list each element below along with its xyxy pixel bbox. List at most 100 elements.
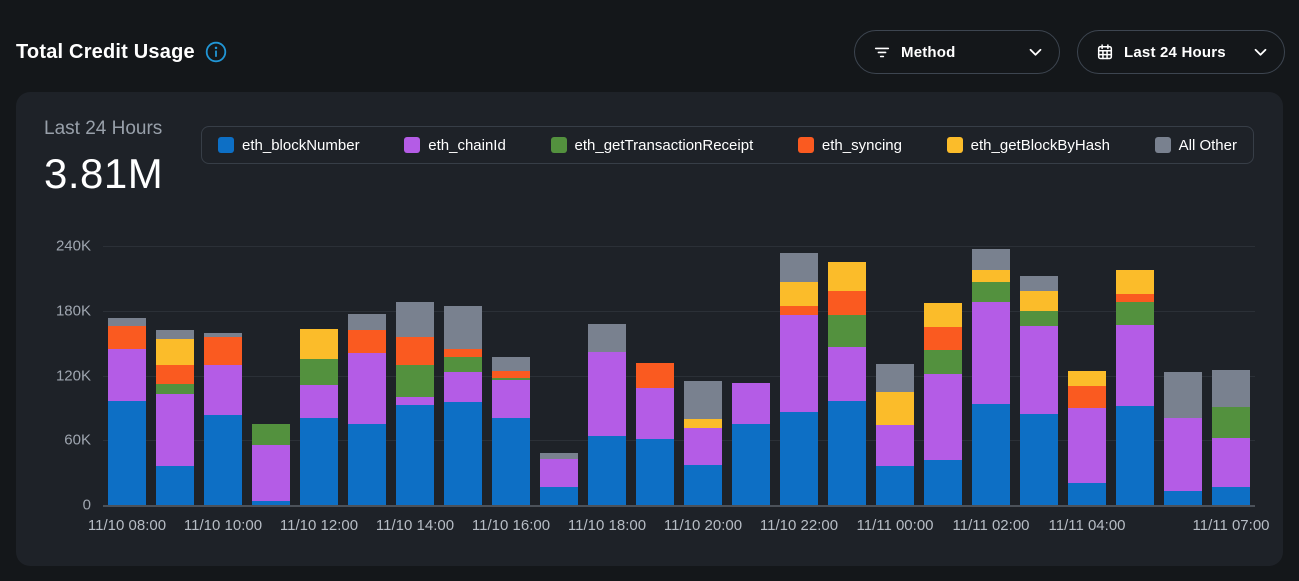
- bar-segment-eth-chainid[interactable]: [1068, 408, 1106, 484]
- stacked-bar[interactable]: [1212, 246, 1250, 505]
- bar-segment-eth-syncing[interactable]: [636, 363, 674, 389]
- bar-segment-eth-gettransactionreceipt[interactable]: [156, 384, 194, 394]
- bar-segment-eth-blocknumber[interactable]: [444, 402, 482, 505]
- bar-segment-eth-blocknumber[interactable]: [156, 466, 194, 505]
- bar-segment-eth-gettransactionreceipt[interactable]: [252, 424, 290, 445]
- stacked-bar[interactable]: [588, 246, 626, 505]
- bar-segment-eth-blocknumber[interactable]: [1068, 483, 1106, 505]
- bar-segment-eth-syncing[interactable]: [156, 365, 194, 384]
- bar-segment-eth-chainid[interactable]: [732, 383, 770, 424]
- stacked-bar[interactable]: [636, 246, 674, 505]
- stacked-bar[interactable]: [300, 246, 338, 505]
- stacked-bar[interactable]: [1116, 246, 1154, 505]
- bar-segment-eth-blocknumber[interactable]: [204, 415, 242, 505]
- bar-segment-eth-syncing[interactable]: [924, 327, 962, 350]
- bar-segment-eth-blocknumber[interactable]: [108, 401, 146, 505]
- stacked-bar[interactable]: [348, 246, 386, 505]
- bar-segment-all-other[interactable]: [492, 357, 530, 371]
- bar-segment-eth-chainid[interactable]: [972, 302, 1010, 403]
- bar-segment-eth-blocknumber[interactable]: [684, 465, 722, 505]
- bar-segment-all-other[interactable]: [444, 306, 482, 348]
- legend-item-eth-gettransactionreceipt[interactable]: eth_getTransactionReceipt: [551, 137, 754, 154]
- bar-segment-eth-chainid[interactable]: [1212, 438, 1250, 487]
- bar-segment-eth-syncing[interactable]: [108, 326, 146, 349]
- bar-segment-eth-blocknumber[interactable]: [300, 418, 338, 505]
- info-icon[interactable]: [205, 41, 227, 63]
- stacked-bar[interactable]: [876, 246, 914, 505]
- bar-segment-all-other[interactable]: [1164, 372, 1202, 417]
- bar-segment-eth-getblockbyhash[interactable]: [972, 270, 1010, 282]
- bar-segment-eth-chainid[interactable]: [300, 385, 338, 417]
- bar-segment-eth-gettransactionreceipt[interactable]: [1212, 407, 1250, 438]
- stacked-bar[interactable]: [540, 246, 578, 505]
- stacked-bar[interactable]: [972, 246, 1010, 505]
- bar-segment-eth-chainid[interactable]: [828, 347, 866, 401]
- bar-segment-eth-blocknumber[interactable]: [1020, 414, 1058, 505]
- bar-segment-eth-blocknumber[interactable]: [540, 487, 578, 505]
- bar-segment-eth-gettransactionreceipt[interactable]: [828, 315, 866, 347]
- bar-segment-eth-syncing[interactable]: [780, 306, 818, 315]
- bar-segment-all-other[interactable]: [348, 314, 386, 330]
- stacked-bar[interactable]: [156, 246, 194, 505]
- bar-segment-eth-syncing[interactable]: [348, 330, 386, 353]
- bar-segment-eth-getblockbyhash[interactable]: [1068, 371, 1106, 386]
- bar-segment-eth-chainid[interactable]: [924, 374, 962, 459]
- stacked-bar[interactable]: [108, 246, 146, 505]
- bar-segment-all-other[interactable]: [1212, 370, 1250, 407]
- bar-segment-eth-blocknumber[interactable]: [972, 404, 1010, 505]
- stacked-bar[interactable]: [780, 246, 818, 505]
- stacked-bar[interactable]: [828, 246, 866, 505]
- bar-segment-eth-getblockbyhash[interactable]: [300, 329, 338, 359]
- bar-segment-eth-chainid[interactable]: [876, 425, 914, 466]
- bar-segment-eth-chainid[interactable]: [252, 445, 290, 501]
- bar-segment-eth-blocknumber[interactable]: [396, 405, 434, 505]
- bar-segment-eth-getblockbyhash[interactable]: [924, 303, 962, 327]
- bar-segment-eth-chainid[interactable]: [780, 315, 818, 412]
- stacked-bar[interactable]: [204, 246, 242, 505]
- bar-segment-eth-blocknumber[interactable]: [1164, 491, 1202, 505]
- bar-segment-all-other[interactable]: [972, 249, 1010, 270]
- bar-segment-eth-blocknumber[interactable]: [732, 424, 770, 505]
- bar-segment-eth-blocknumber[interactable]: [588, 436, 626, 505]
- method-filter-dropdown[interactable]: Method: [854, 30, 1060, 74]
- stacked-bar[interactable]: [732, 246, 770, 505]
- bar-segment-eth-chainid[interactable]: [444, 372, 482, 402]
- bar-segment-eth-chainid[interactable]: [1020, 326, 1058, 414]
- bar-segment-eth-gettransactionreceipt[interactable]: [396, 365, 434, 397]
- bar-segment-eth-chainid[interactable]: [636, 388, 674, 439]
- bar-segment-eth-syncing[interactable]: [1116, 294, 1154, 303]
- bar-segment-eth-blocknumber[interactable]: [1212, 487, 1250, 505]
- bar-segment-eth-blocknumber[interactable]: [780, 412, 818, 505]
- bar-segment-eth-chainid[interactable]: [1116, 325, 1154, 406]
- bar-segment-all-other[interactable]: [396, 302, 434, 337]
- stacked-bar[interactable]: [252, 246, 290, 505]
- stacked-bar[interactable]: [684, 246, 722, 505]
- stacked-bar[interactable]: [1020, 246, 1058, 505]
- stacked-bar[interactable]: [396, 246, 434, 505]
- bar-segment-eth-chainid[interactable]: [108, 349, 146, 402]
- bar-segment-eth-syncing[interactable]: [396, 337, 434, 365]
- bar-segment-eth-chainid[interactable]: [588, 352, 626, 436]
- bar-segment-all-other[interactable]: [780, 253, 818, 282]
- bar-segment-eth-blocknumber[interactable]: [636, 439, 674, 505]
- bar-segment-all-other[interactable]: [876, 364, 914, 392]
- bar-segment-eth-blocknumber[interactable]: [252, 501, 290, 505]
- bar-segment-eth-getblockbyhash[interactable]: [876, 392, 914, 425]
- bar-segment-eth-syncing[interactable]: [828, 291, 866, 315]
- bar-segment-eth-blocknumber[interactable]: [1116, 406, 1154, 505]
- bar-segment-all-other[interactable]: [588, 324, 626, 352]
- stacked-bar[interactable]: [492, 246, 530, 505]
- bar-segment-eth-blocknumber[interactable]: [924, 460, 962, 505]
- stacked-bar[interactable]: [1068, 246, 1106, 505]
- bar-segment-eth-gettransactionreceipt[interactable]: [924, 350, 962, 375]
- bar-segment-eth-blocknumber[interactable]: [348, 424, 386, 505]
- bar-segment-eth-syncing[interactable]: [1068, 386, 1106, 408]
- bar-segment-eth-chainid[interactable]: [492, 380, 530, 418]
- bar-segment-all-other[interactable]: [1020, 276, 1058, 291]
- bar-segment-eth-getblockbyhash[interactable]: [156, 339, 194, 365]
- bar-segment-all-other[interactable]: [156, 330, 194, 339]
- bar-segment-eth-blocknumber[interactable]: [492, 418, 530, 505]
- bar-segment-eth-getblockbyhash[interactable]: [684, 419, 722, 429]
- bar-segment-eth-gettransactionreceipt[interactable]: [444, 357, 482, 372]
- bar-segment-eth-gettransactionreceipt[interactable]: [300, 359, 338, 385]
